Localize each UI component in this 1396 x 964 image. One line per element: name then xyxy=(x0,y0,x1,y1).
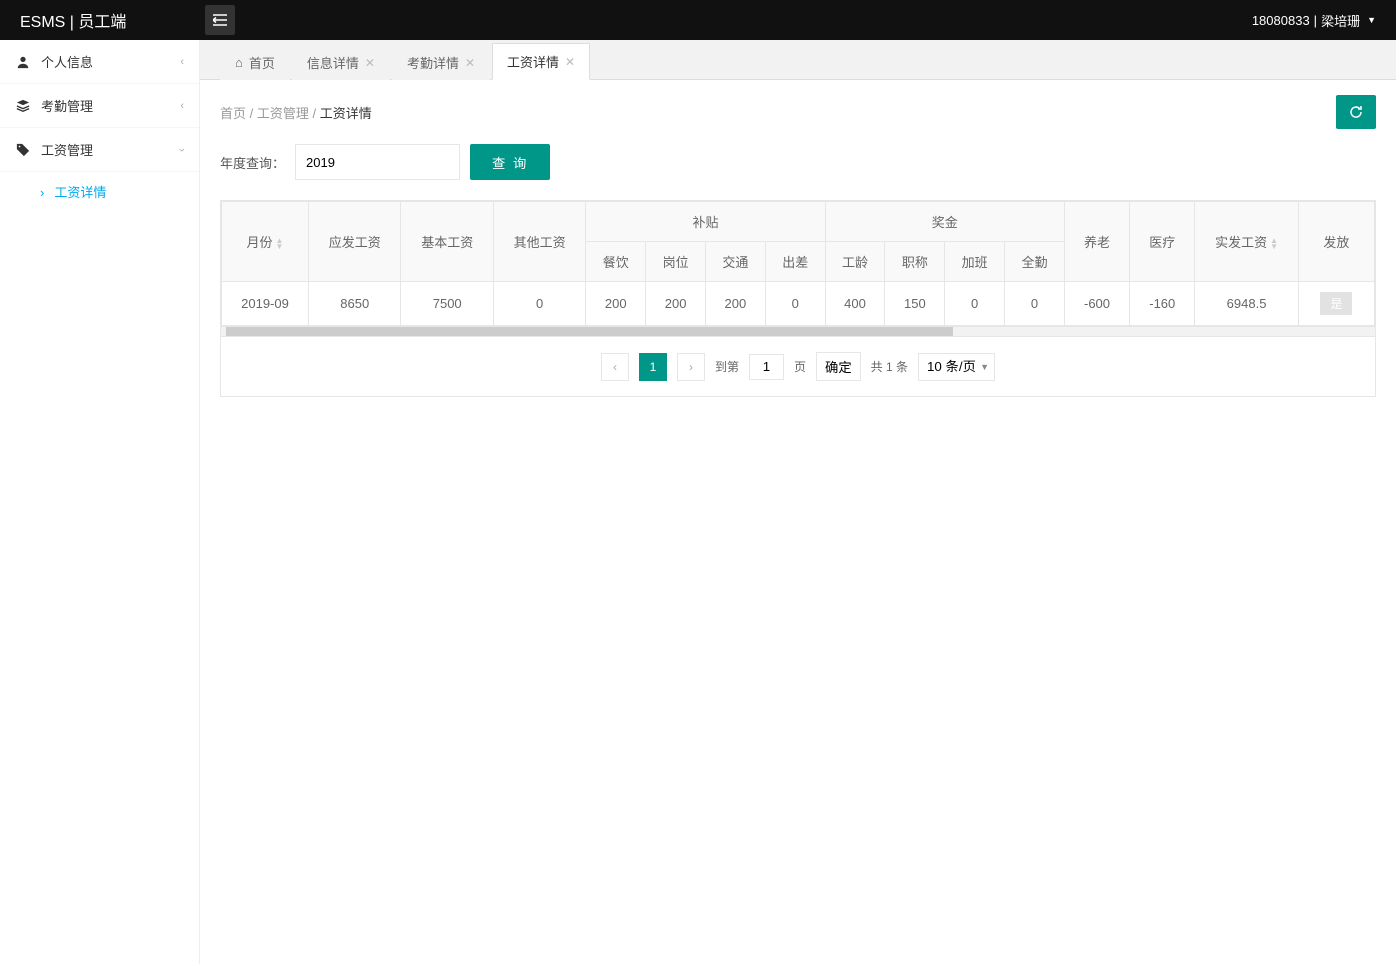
content-panel: 首页 / 工资管理 / 工资详情 年度查询： 查 询 月份▲▼ 应发工资 基 xyxy=(200,80,1396,964)
sidebar-toggle-button[interactable] xyxy=(205,5,235,35)
chevron-left-icon: ‹ xyxy=(180,56,184,68)
goto-label: 到第 xyxy=(715,358,739,375)
chevron-down-icon: ‹ xyxy=(176,148,188,152)
sidebar-label: 个人信息 xyxy=(41,52,93,71)
sidebar-item-personal[interactable]: 个人信息 ‹ xyxy=(0,40,199,84)
status-badge: 是 xyxy=(1320,292,1352,315)
chevron-left-icon: ‹ xyxy=(180,100,184,112)
prev-page-button[interactable]: ‹ xyxy=(601,353,629,381)
query-label: 年度查询： xyxy=(220,153,285,172)
sidebar: 个人信息 ‹ 考勤管理 ‹ 工资管理 ‹ 工资详情 xyxy=(0,40,200,964)
user-name: 梁培珊 xyxy=(1321,11,1360,30)
sidebar-label: 工资管理 xyxy=(41,140,93,159)
query-form: 年度查询： 查 询 xyxy=(220,144,1376,180)
person-icon xyxy=(15,54,31,70)
tab-info[interactable]: 信息详情 ✕ xyxy=(292,44,390,80)
dropdown-icon: ▼ xyxy=(1367,15,1376,25)
breadcrumb: 首页 / 工资管理 / 工资详情 xyxy=(220,103,372,122)
page-1-button[interactable]: 1 xyxy=(639,353,667,381)
layers-icon xyxy=(15,98,31,114)
tab-home[interactable]: ⌂ 首页 xyxy=(220,44,290,80)
refresh-button[interactable] xyxy=(1336,95,1376,129)
close-icon[interactable]: ✕ xyxy=(465,56,475,70)
menu-icon xyxy=(213,14,227,26)
sidebar-label: 考勤管理 xyxy=(41,96,93,115)
close-icon[interactable]: ✕ xyxy=(565,55,575,69)
tab-salary[interactable]: 工资详情 ✕ xyxy=(492,43,590,80)
tab-bar: ⌂ 首页 信息详情 ✕ 考勤详情 ✕ 工资详情 ✕ xyxy=(200,40,1396,80)
table-row[interactable]: 2019-09 8650 7500 0 200 200 200 0 400 15… xyxy=(222,282,1375,326)
user-menu[interactable]: 18080833 | 梁培珊 ▼ xyxy=(1252,11,1376,30)
sidebar-item-attendance[interactable]: 考勤管理 ‹ xyxy=(0,84,199,128)
next-page-button[interactable]: › xyxy=(677,353,705,381)
main-area: ⌂ 首页 信息详情 ✕ 考勤详情 ✕ 工资详情 ✕ 首页 / 工资管理 / 工资… xyxy=(200,40,1396,964)
goto-page-input[interactable] xyxy=(749,354,784,380)
pagination: ‹ 1 › 到第 页 确定 共 1 条 10 条/页 xyxy=(220,337,1376,397)
sort-icon[interactable]: ▲▼ xyxy=(276,238,284,250)
app-logo: ESMS | 员工端 xyxy=(20,8,126,32)
breadcrumb-home[interactable]: 首页 xyxy=(220,106,246,121)
breadcrumb-mgmt[interactable]: 工资管理 xyxy=(257,106,309,121)
close-icon[interactable]: ✕ xyxy=(365,56,375,70)
horizontal-scrollbar[interactable] xyxy=(220,327,1376,337)
query-button[interactable]: 查 询 xyxy=(470,144,550,180)
home-icon: ⌂ xyxy=(235,55,243,70)
tag-icon xyxy=(15,142,31,158)
page-size-select[interactable]: 10 条/页 xyxy=(918,353,995,381)
goto-confirm-button[interactable]: 确定 xyxy=(816,352,861,381)
refresh-icon xyxy=(1348,104,1364,120)
page-unit: 页 xyxy=(794,358,806,375)
sort-icon[interactable]: ▲▼ xyxy=(1270,238,1278,250)
year-input[interactable] xyxy=(295,144,460,180)
tab-attendance[interactable]: 考勤详情 ✕ xyxy=(392,44,490,80)
sidebar-subitem-salary-detail[interactable]: 工资详情 xyxy=(0,172,199,211)
sidebar-item-salary[interactable]: 工资管理 ‹ xyxy=(0,128,199,172)
user-id: 18080833 xyxy=(1252,13,1310,28)
salary-table: 月份▲▼ 应发工资 基本工资 其他工资 补贴 奖金 养老 医疗 实发工资▲▼ 发… xyxy=(220,200,1376,327)
total-count: 共 1 条 xyxy=(871,358,908,375)
breadcrumb-current: 工资详情 xyxy=(320,106,372,121)
scrollbar-thumb[interactable] xyxy=(226,327,953,336)
